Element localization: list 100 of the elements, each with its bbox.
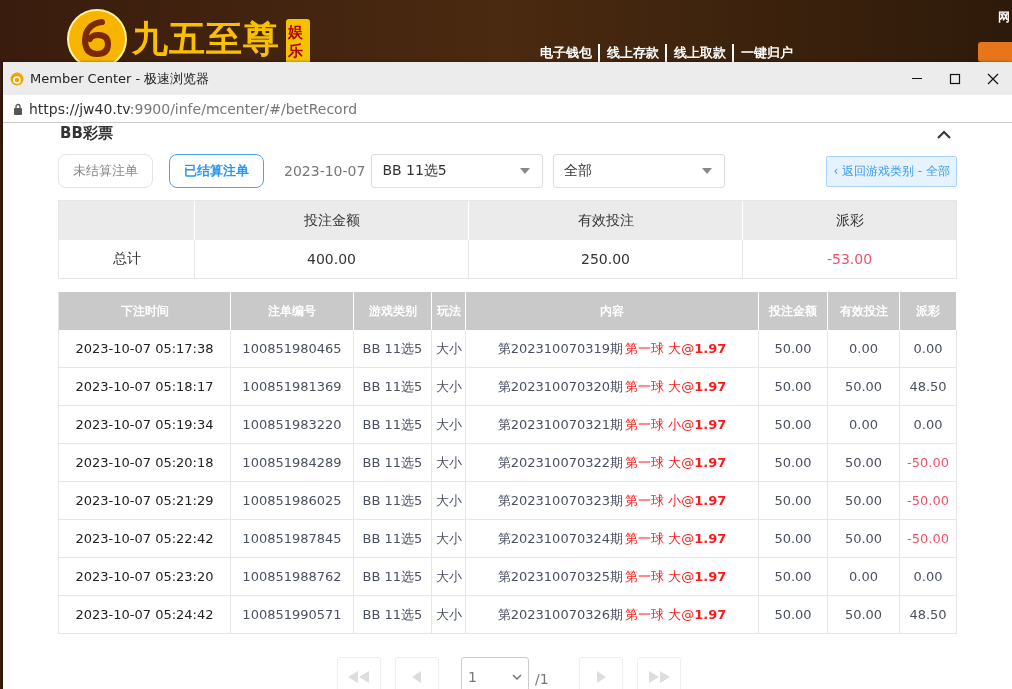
bet-text: 第一球 大@1.97 — [625, 339, 727, 358]
table-cell: BB 11选5 — [354, 558, 432, 596]
table-cell: 48.50 — [900, 368, 957, 406]
dropdown[interactable]: 全部 — [553, 154, 726, 188]
column-header: 有效投注 — [468, 201, 742, 240]
table-cell: 250.00 — [468, 240, 742, 278]
bet-text: 第一球 大@1.97 — [625, 529, 727, 548]
table-cell: 100851988762 — [231, 558, 354, 596]
minimize-icon — [912, 78, 922, 79]
table-cell: 50.00 — [828, 444, 900, 482]
table-cell: 大小 — [432, 520, 466, 558]
next-page-button[interactable] — [578, 657, 623, 689]
period-text: 第202310070324期 — [497, 529, 623, 548]
header-text: 网 — [998, 9, 1011, 26]
table-cell: 50.00 — [759, 444, 828, 482]
period-text: 第202310070319期 — [497, 339, 623, 358]
logo-badge: 娱乐 — [286, 19, 310, 65]
period-text: 第202310070326期 — [497, 605, 623, 624]
period-text: 第202310070322期 — [497, 453, 623, 472]
table-cell: 100851981369 — [231, 368, 354, 406]
table-cell: 0.00 — [828, 558, 900, 596]
table-cell: BB 11选5 — [354, 444, 432, 482]
table-cell: 2023-10-07 05:21:29 — [59, 482, 231, 520]
date-text: 2023-10-07 — [284, 163, 366, 179]
table-cell: BB 11选5 — [354, 330, 432, 368]
table-cell: BB 11选5 — [354, 520, 432, 558]
table-cell: 50.00 — [828, 520, 900, 558]
table-cell: -50.00 — [900, 520, 957, 558]
table-cell: 50.00 — [759, 368, 828, 406]
column-header: 投注金额 — [194, 201, 468, 240]
table-cell: 50.00 — [759, 406, 828, 444]
table-cell: 100851990571 — [231, 596, 354, 634]
table-cell: 100851987845 — [231, 520, 354, 558]
bet-text: 第一球 大@1.97 — [625, 605, 727, 624]
table-cell: BB 11选5 — [354, 406, 432, 444]
table-cell: 400.00 — [194, 240, 468, 278]
table-cell: 50.00 — [828, 596, 900, 634]
table-cell: BB 11选5 — [354, 596, 432, 634]
table-cell: 大小 — [432, 596, 466, 634]
table-cell: 100851986025 — [231, 482, 354, 520]
last-page-button[interactable] — [636, 657, 681, 689]
bet-text: 第一球 小@1.97 — [625, 415, 727, 434]
table-cell: 2023-10-07 05:19:34 — [59, 406, 231, 444]
table-cell: 50.00 — [759, 558, 828, 596]
table-cell: 2023-10-07 05:17:38 — [59, 330, 231, 368]
table-cell: 2023-10-07 05:24:42 — [59, 596, 231, 634]
table-cell: 2023-10-07 05:22:42 — [59, 520, 231, 558]
first-page-icon — [348, 671, 370, 683]
table-cell: 0.00 — [900, 406, 957, 444]
table-cell: 100851980465 — [231, 330, 354, 368]
bet-text: 第一球 小@1.97 — [625, 491, 727, 510]
close-icon — [987, 72, 999, 85]
table-cell: 大小 — [432, 330, 466, 368]
table-cell-text: 总计 — [111, 249, 142, 268]
window-title: Member Center - 极速浏览器 — [30, 69, 210, 88]
address-field[interactable]: https://jw40.tv:9900/infe/mcenter/#/betRecord — [29, 100, 358, 117]
table-cell: 48.50 — [900, 596, 957, 634]
bet-text: 第一球 大@1.97 — [625, 453, 727, 472]
first-page-button[interactable] — [337, 657, 381, 689]
table-cell: -50.00 — [900, 482, 957, 520]
table-cell: 50.00 — [759, 330, 828, 368]
table-cell: 0.00 — [900, 558, 957, 596]
table-cell: 50.00 — [759, 520, 828, 558]
table-cell: 50.00 — [759, 482, 828, 520]
dropdown[interactable]: BB 11选5 — [371, 154, 544, 188]
period-text: 第202310070321期 — [497, 415, 623, 434]
bet-text: 第一球 大@1.97 — [625, 567, 727, 586]
table-cell: 0.00 — [828, 330, 900, 368]
logo-text: 九五至尊 — [132, 15, 280, 61]
caret-icon — [520, 168, 531, 174]
table-cell: 50.00 — [828, 368, 900, 406]
table-cell: BB 11选5 — [354, 482, 432, 520]
table-cell: 100851984289 — [231, 444, 354, 482]
table-cell: 大小 — [432, 444, 466, 482]
table-cell: 2023-10-07 05:18:17 — [59, 368, 231, 406]
table-cell: 50.00 — [759, 596, 828, 634]
table-cell: 2023-10-07 05:23:20 — [59, 558, 231, 596]
bet-text: 第一球 大@1.97 — [625, 377, 727, 396]
browser-icon — [10, 71, 24, 86]
table-cell: -50.00 — [900, 444, 957, 482]
filter-tab[interactable]: 未结算注单 — [58, 154, 153, 188]
chevron-down-icon — [512, 674, 522, 680]
last-page-icon — [647, 671, 670, 683]
table-cell: 0.00 — [900, 330, 957, 368]
table-cell: 大小 — [432, 558, 466, 596]
table-cell: 大小 — [432, 406, 466, 444]
table-cell: 0.00 — [828, 406, 900, 444]
column-header: 派彩 — [742, 201, 956, 240]
page-total: /1 — [535, 671, 549, 687]
site-link[interactable]: 电子钱包 — [540, 44, 592, 62]
previous-page-button[interactable] — [395, 657, 439, 689]
table-cell: -53.00 — [742, 240, 956, 278]
lock-icon — [13, 102, 23, 115]
table-cell: BB 11选5 — [354, 368, 432, 406]
caret-icon — [702, 168, 713, 174]
table-cell: 大小 — [432, 368, 466, 406]
section-title: BB彩票 — [60, 125, 113, 142]
period-text: 第202310070325期 — [497, 567, 623, 586]
page-select[interactable]: 1 — [461, 657, 529, 689]
table-cell: 50.00 — [828, 482, 900, 520]
